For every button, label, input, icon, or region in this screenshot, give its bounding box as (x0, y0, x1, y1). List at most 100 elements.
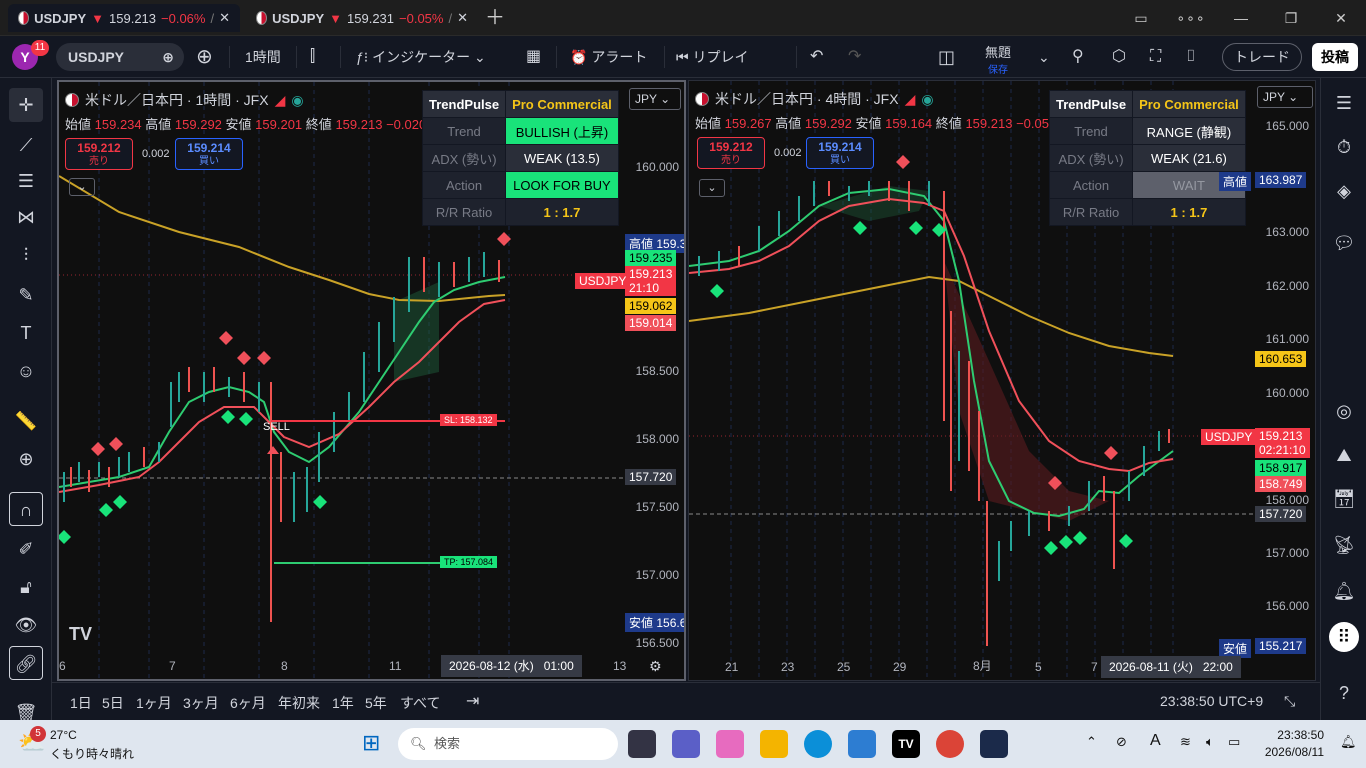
chevron-up-icon[interactable]: ⌃ (1086, 734, 1097, 750)
ime-indicator[interactable]: A (1150, 732, 1161, 750)
task-view-icon[interactable] (628, 730, 656, 758)
range-1m[interactable]: 1ヶ月 (136, 693, 172, 713)
layout-name[interactable]: 無題 保存 (978, 42, 1018, 76)
windows-start-icon[interactable]: ⊞ (362, 730, 380, 756)
compare-add-icon[interactable]: ⊕ (196, 45, 213, 69)
trendline-icon[interactable]: ⟋ (9, 128, 43, 162)
sell-button[interactable]: 159.212 売り (65, 138, 133, 170)
text-icon[interactable]: T (9, 316, 43, 350)
layouts-icon[interactable]: ▦ (526, 45, 541, 69)
lock-icon[interactable]: 🔓︎ (9, 570, 43, 604)
chart-legend[interactable]: 米ドル／日本円 · 1時間 · JFX ◢ ◉ (65, 90, 304, 110)
candle-type-icon[interactable]: ⫿ (310, 45, 315, 69)
close-icon[interactable]: ✕ (457, 10, 468, 26)
minimize-icon[interactable]: — (1226, 6, 1256, 30)
file-explorer-icon[interactable] (760, 730, 788, 758)
alerts-clock-icon[interactable]: ⏱ (1329, 132, 1359, 162)
ruler-icon[interactable]: 📏 (9, 404, 43, 438)
publish-button[interactable]: 投稿 (1312, 43, 1358, 71)
tab-usdjpy-1[interactable]: USDJPY ▼ 159.213 −0.06% / ✕ (8, 4, 240, 32)
app-icon[interactable] (980, 730, 1008, 758)
range-6m[interactable]: 6ヶ月 (230, 693, 266, 713)
bell-icon[interactable]: 🔔︎ (1329, 576, 1359, 606)
crosshair-icon[interactable]: ✛ (9, 88, 43, 122)
settings-icon[interactable]: ⬡ (1112, 45, 1126, 69)
fullscreen-icon[interactable]: ⛶ (1150, 45, 1161, 69)
interval-button[interactable]: 1時間 (245, 45, 281, 69)
replay-button[interactable]: ⏮ リプレイ (676, 45, 749, 69)
store-icon[interactable] (848, 730, 876, 758)
brush-icon[interactable]: ✎ (9, 278, 43, 312)
eye-icon[interactable]: 👁︎ (9, 608, 43, 642)
chrome-icon[interactable] (936, 730, 964, 758)
close-window-icon[interactable]: ✕ (1326, 6, 1356, 30)
pattern-icon[interactable]: ⋈ (9, 200, 43, 234)
chevron-down-icon[interactable]: ⌄ (1038, 45, 1050, 69)
taskbar-search[interactable]: 🔍︎ 検索 (398, 728, 618, 760)
maximize-icon[interactable]: ❐ (1276, 6, 1306, 30)
edge-icon[interactable] (804, 730, 832, 758)
undo-icon[interactable]: ↶ (810, 45, 823, 69)
teams-icon[interactable] (672, 730, 700, 758)
more-icon[interactable]: ∘∘∘ (1176, 6, 1206, 30)
chart-legend[interactable]: 米ドル／日本円 · 4時間 · JFX ◢ ◉ (695, 89, 934, 109)
currency-selector[interactable]: JPY ⌄ (629, 88, 681, 110)
range-ytd[interactable]: 年初来 (278, 693, 320, 713)
tradingview-app-icon[interactable]: TV (892, 730, 920, 758)
goto-date-icon[interactable]: ⇥ (466, 691, 479, 711)
sell-button[interactable]: 159.212 売り (697, 137, 765, 169)
emoji-icon[interactable]: ☺ (9, 354, 43, 388)
trade-button[interactable]: トレード (1222, 43, 1302, 71)
currency-selector[interactable]: JPY ⌄ (1257, 86, 1313, 108)
zoom-in-icon[interactable]: ⊕ (9, 442, 43, 476)
taskbar-clock[interactable]: 23:38:50 (1268, 728, 1324, 742)
screen-icon[interactable]: ▭ (1126, 6, 1156, 30)
redo-icon[interactable]: ↷ (848, 45, 861, 69)
calendar-icon[interactable]: 📅︎ (1329, 484, 1359, 514)
help-icon[interactable]: ? (1329, 678, 1359, 708)
object-tree-icon[interactable]: ⚲ (1072, 45, 1084, 69)
range-all[interactable]: すべて (400, 693, 440, 713)
wifi-icon[interactable]: ≋ (1180, 734, 1191, 750)
apps-grid-icon[interactable]: ⠿ (1329, 622, 1359, 652)
volume-icon[interactable]: 🔈︎ (1206, 734, 1214, 750)
clock-timezone[interactable]: 23:38:50 UTC+9 (1160, 693, 1263, 709)
buy-button[interactable]: 159.214 買い (175, 138, 243, 170)
expand-icon[interactable]: ⤡ (1284, 693, 1295, 710)
range-1d[interactable]: 1日 (70, 693, 92, 713)
network-status-icon[interactable]: ⊘ (1116, 734, 1127, 750)
settings-icon[interactable]: ⚙ (649, 658, 662, 675)
range-3m[interactable]: 3ヶ月 (183, 693, 219, 713)
alert-button[interactable]: ⏰ アラート (570, 45, 647, 69)
pyramid-icon[interactable]: ⛰ (1329, 440, 1359, 470)
symbol-search[interactable]: USDJPY ⊕ (56, 43, 184, 71)
range-5d[interactable]: 5日 (102, 693, 124, 713)
collapse-chevron-icon[interactable]: ⌄ (69, 178, 95, 196)
indicators-button[interactable]: ƒ⁝ インジケーター ⌄ (356, 45, 486, 69)
link-icon[interactable]: 🔗︎ (9, 646, 43, 680)
layout-split-icon[interactable]: ◫ (938, 45, 955, 69)
target-icon[interactable]: ◎ (1329, 396, 1359, 426)
price-axis-4h[interactable]: JPY ⌄ 165.000 163.000 162.000 161.000 16… (1255, 81, 1315, 680)
copilot-icon[interactable] (716, 730, 744, 758)
notification-bell-icon[interactable]: 🔔︎ (1340, 734, 1357, 750)
watchlist-icon[interactable]: ☰ (1329, 88, 1359, 118)
projection-icon[interactable]: ⫶ (9, 238, 43, 272)
taskbar-date[interactable]: 2026/08/11 (1258, 745, 1324, 759)
chart-pane-1h[interactable]: SELL TV 米ドル／日本円 · 1時間 · JFX ◢ ◉ 始値 159.2… (57, 80, 686, 681)
lock-drawing-icon[interactable]: ✐ (9, 532, 43, 566)
range-1y[interactable]: 1年 (332, 693, 354, 713)
layers-icon[interactable]: ◈ (1329, 176, 1359, 206)
range-5y[interactable]: 5年 (365, 693, 387, 713)
buy-button[interactable]: 159.214 買い (806, 137, 874, 169)
price-axis-1h[interactable]: JPY ⌄ 160.000 158.500 158.000 157.500 15… (625, 82, 684, 679)
broadcast-icon[interactable]: 📡︎ (1329, 530, 1359, 560)
magnet-icon[interactable]: ∩ (9, 492, 43, 526)
camera-icon[interactable]: ⌷ (1186, 45, 1196, 69)
battery-icon[interactable]: ▭ (1228, 734, 1240, 750)
new-tab-icon[interactable]: ＋ (480, 6, 510, 30)
close-icon[interactable]: ✕ (219, 10, 230, 26)
tab-usdjpy-2[interactable]: USDJPY ▼ 159.231 −0.05% / ✕ (246, 4, 478, 32)
chat-icon[interactable]: 💬︎ (1329, 228, 1359, 258)
collapse-chevron-icon[interactable]: ⌄ (699, 179, 725, 197)
